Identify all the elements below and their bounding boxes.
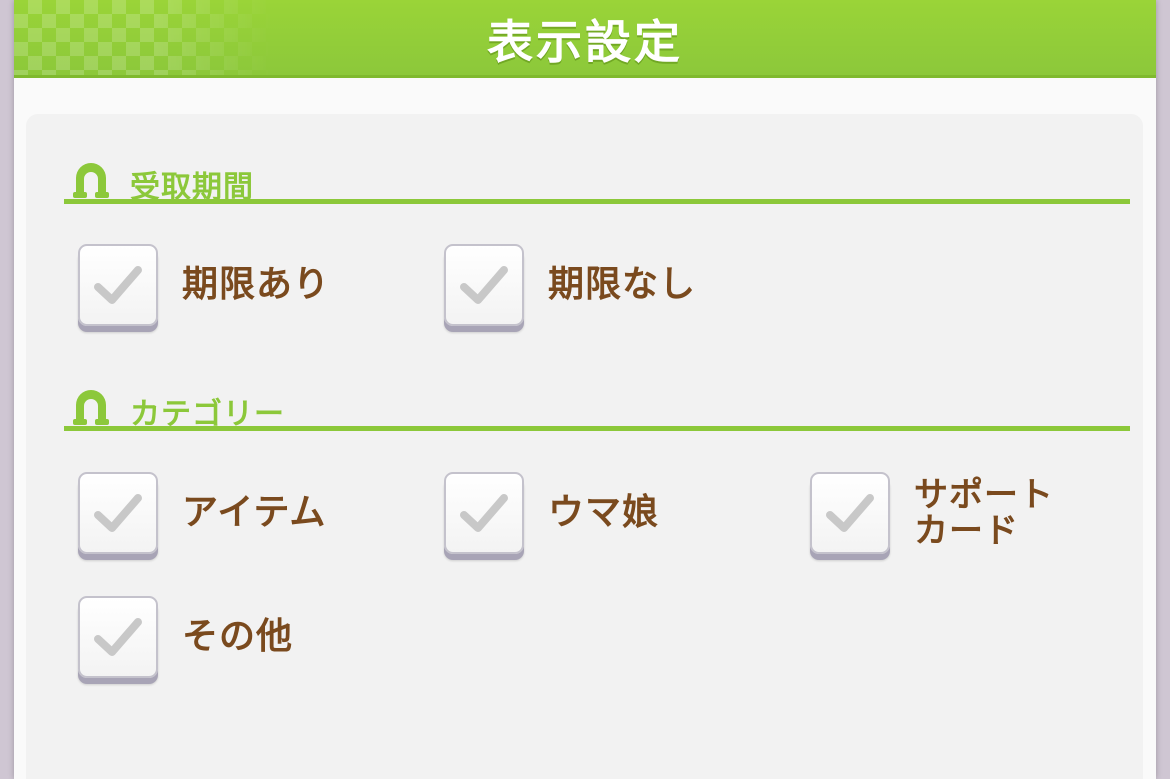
option-label-other: その他: [182, 616, 294, 657]
checkbox-other[interactable]: [78, 596, 158, 678]
option-support-card[interactable]: サポート カード: [810, 470, 1054, 556]
checkbox-with-limit[interactable]: [78, 244, 158, 326]
checkbox-item[interactable]: [78, 472, 158, 554]
option-label-uma-musume: ウマ娘: [548, 492, 660, 533]
horseshoe-icon: [73, 163, 109, 198]
option-label-with-limit: 期限あり: [182, 264, 331, 305]
horseshoe-icon: [73, 390, 109, 425]
option-label-no-limit: 期限なし: [548, 264, 697, 305]
dialog-header: 表示設定: [14, 0, 1156, 78]
display-settings-dialog: 表示設定 受取期間 期限あり 期限なし カテゴリー アイテム ウマ娘 サポート …: [14, 0, 1156, 779]
checkmark-icon: [826, 494, 874, 532]
checkmark-icon: [460, 266, 508, 304]
checkmark-icon: [94, 494, 142, 532]
option-no-limit[interactable]: 期限なし: [444, 242, 696, 328]
checkmark-icon: [460, 494, 508, 532]
section-title-category: カテゴリー: [130, 397, 285, 432]
option-uma-musume[interactable]: ウマ娘: [444, 470, 659, 556]
checkmark-icon: [94, 618, 142, 656]
checkmark-icon: [94, 266, 142, 304]
settings-panel: 受取期間 期限あり 期限なし カテゴリー アイテム ウマ娘 サポート カード そ…: [26, 114, 1143, 779]
section-title-period: 受取期間: [130, 170, 254, 205]
section-header-period: 受取期間: [64, 144, 1130, 205]
checkbox-no-limit[interactable]: [444, 244, 524, 326]
option-item[interactable]: アイテム: [78, 470, 326, 556]
dialog-title: 表示設定: [487, 15, 683, 69]
option-with-limit[interactable]: 期限あり: [78, 242, 330, 328]
section-header-category: カテゴリー: [64, 371, 1130, 432]
checkbox-support-card[interactable]: [810, 472, 890, 554]
option-label-item: アイテム: [182, 492, 327, 533]
option-label-support-card: サポート カード: [914, 475, 1054, 551]
option-other[interactable]: その他: [78, 594, 293, 680]
checkbox-uma-musume[interactable]: [444, 472, 524, 554]
